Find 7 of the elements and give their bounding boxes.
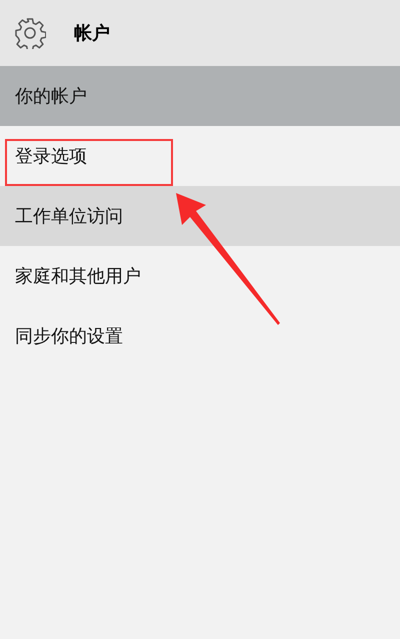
sidebar-item[interactable]: 你的帐户: [0, 66, 400, 126]
settings-icon[interactable]: [14, 17, 46, 49]
sidebar-item[interactable]: 工作单位访问: [0, 186, 400, 246]
sidebar-item[interactable]: 同步你的设置: [0, 306, 400, 366]
page-title: 帐户: [74, 22, 110, 45]
sidebar-item[interactable]: 家庭和其他用户: [0, 246, 400, 306]
sidebar-item[interactable]: 登录选项: [0, 126, 400, 186]
